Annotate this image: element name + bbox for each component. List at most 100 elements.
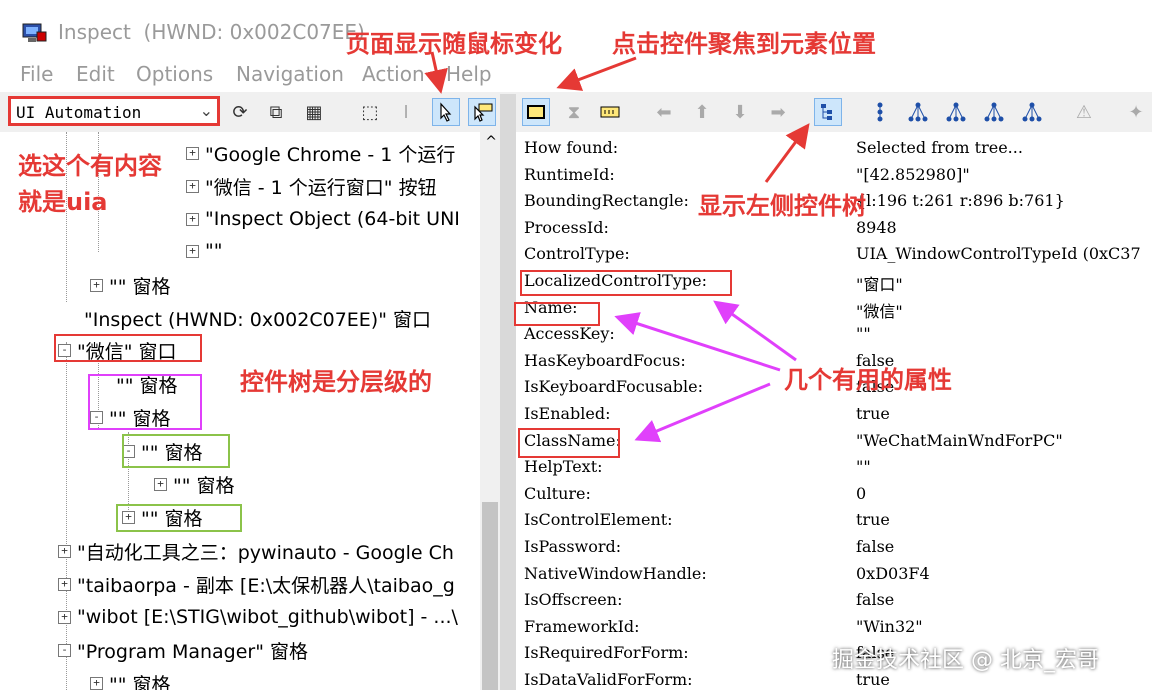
- tree-scrollbar[interactable]: ^: [480, 132, 500, 690]
- property-row[interactable]: Culture: 0: [524, 484, 1152, 510]
- navigate-left-icon[interactable]: ⬅: [650, 98, 678, 126]
- property-key: IsRequiredForForm:: [524, 643, 689, 663]
- navigate-up-icon[interactable]: ⬆: [688, 98, 716, 126]
- tree-item[interactable]: + "": [186, 236, 222, 266]
- tree-expand-icon[interactable]: +: [58, 544, 71, 558]
- tree-item[interactable]: + "Google Chrome - 1 个运行: [186, 138, 455, 168]
- tree-expand-icon[interactable]: +: [58, 577, 71, 591]
- property-value: false: [856, 537, 895, 556]
- property-row[interactable]: ProcessId: 8948: [524, 218, 1152, 244]
- scrollbar-thumb[interactable]: [482, 502, 498, 690]
- tree-item[interactable]: - "Program Manager" 窗格: [58, 635, 308, 665]
- property-row[interactable]: AccessKey: "": [524, 324, 1152, 350]
- menu-file[interactable]: File: [20, 62, 53, 86]
- caret-tracking-icon[interactable]: ⧗: [560, 98, 588, 126]
- more-tools-icon[interactable]: ✦: [1122, 98, 1150, 126]
- highlight-box-localized: [520, 270, 732, 296]
- tree-expand-icon[interactable]: +: [186, 146, 199, 160]
- property-key: ControlType:: [524, 244, 630, 264]
- property-key: AccessKey:: [524, 324, 615, 344]
- tree-item[interactable]: "Inspect (HWND: 0x002C07EE)" 窗口: [70, 303, 431, 333]
- menu-options[interactable]: Options: [136, 62, 213, 86]
- highlight-rect-icon[interactable]: ⬚: [356, 98, 384, 126]
- watch-cursor-icon[interactable]: [432, 98, 460, 126]
- tree-item[interactable]: + "自动化工具之三：pywinauto - Google Ch: [58, 536, 454, 566]
- tree-item-label: "Inspect (HWND: 0x002C07EE)" 窗口: [84, 308, 431, 331]
- navigate-right-icon[interactable]: ➡: [764, 98, 792, 126]
- menu-help[interactable]: Help: [446, 62, 492, 86]
- property-row[interactable]: IsPassword: false: [524, 537, 1152, 563]
- property-value: "[42.852980]": [856, 164, 970, 184]
- annotation-select-uia-1: 选这个有内容: [18, 152, 162, 180]
- tree-disabled-icon[interactable]: ⚠: [1070, 98, 1098, 126]
- window-title: Inspect (HWND: 0x002C07EE): [58, 20, 365, 44]
- chevron-down-icon: ⌄: [199, 101, 213, 120]
- tree-item[interactable]: + "" 窗格: [154, 469, 235, 499]
- focus-tracking-icon[interactable]: [522, 98, 550, 126]
- toolbar: UI Automation ⌄ ⟳ ⧉ ▦ ⬚ I ⧗ ⬅ ⬆ ⬇ ➡ ⚠ ✦: [0, 92, 1152, 132]
- property-key: IsDataValidForForm:: [524, 670, 693, 689]
- tree-expand-icon[interactable]: +: [186, 212, 199, 226]
- property-value: "": [856, 457, 871, 477]
- tree-item[interactable]: + "wibot [E:\STIG\wibot_github\wibot] - …: [58, 602, 458, 632]
- annotation-click-focus: 点击控件聚焦到元素位置: [612, 30, 876, 58]
- tree-item[interactable]: + "taibaorpa - 副本 [E:\太保机器人\taibao_g: [58, 569, 455, 599]
- refresh-icon[interactable]: ⟳: [226, 98, 254, 126]
- menu-edit[interactable]: Edit: [76, 62, 115, 86]
- watermark: 掘金技术社区 @ 北京_宏哥: [832, 648, 1099, 673]
- scroll-up-icon[interactable]: ^: [485, 134, 497, 150]
- property-row[interactable]: IsControlElement: true: [524, 510, 1152, 536]
- tree-item-label: "": [205, 240, 223, 262]
- tree-next-sibling-icon[interactable]: [942, 98, 970, 126]
- property-value: 0xD03F4: [856, 563, 930, 583]
- property-row[interactable]: How found: Selected from tree...: [524, 138, 1152, 164]
- property-row[interactable]: Name: "微信": [524, 298, 1152, 324]
- tree-last-child-icon[interactable]: [1018, 98, 1046, 126]
- watch-tooltip-icon[interactable]: [468, 98, 496, 126]
- property-key: HelpText:: [524, 457, 603, 477]
- menu-navigation[interactable]: Navigation: [236, 62, 344, 86]
- tree-expand-icon[interactable]: +: [154, 477, 167, 491]
- menu-action[interactable]: Action: [362, 62, 425, 86]
- property-row[interactable]: FrameworkId: "Win32": [524, 617, 1152, 643]
- tree-expand-icon[interactable]: +: [186, 244, 199, 258]
- tree-item[interactable]: + "微信 - 1 个运行窗口" 按钮: [186, 171, 437, 201]
- property-row[interactable]: ControlType: UIA_WindowControlTypeId (0xC…: [524, 244, 1152, 270]
- tree-expand-icon[interactable]: -: [58, 643, 71, 657]
- show-highlight-icon[interactable]: [596, 98, 624, 126]
- show-tree-icon[interactable]: [814, 98, 842, 126]
- tree-item[interactable]: + "Inspect Object (64-bit UNI: [186, 204, 460, 234]
- property-key: How found:: [524, 138, 619, 157]
- tree-expand-icon[interactable]: +: [90, 676, 103, 690]
- property-row[interactable]: NativeWindowHandle: 0xD03F4: [524, 564, 1152, 590]
- property-value: true: [856, 510, 890, 530]
- property-row[interactable]: IsEnabled: true: [524, 404, 1152, 430]
- tree-expand-icon[interactable]: +: [186, 179, 199, 193]
- tree-prev-sibling-icon[interactable]: [980, 98, 1008, 126]
- navigate-down-icon[interactable]: ⬇: [726, 98, 754, 126]
- tree-expand-icon[interactable]: +: [90, 278, 103, 292]
- tree-first-child-icon[interactable]: [904, 98, 932, 126]
- tree-parent-icon[interactable]: [866, 98, 894, 126]
- property-value: 0: [856, 483, 867, 503]
- property-key: ProcessId:: [524, 217, 609, 237]
- tree-item[interactable]: + "" 窗格: [90, 668, 171, 690]
- mode-select[interactable]: UI Automation ⌄: [8, 96, 220, 126]
- properties-icon[interactable]: ▦: [300, 98, 328, 126]
- inspect-window: Inspect (HWND: 0x002C07EE) File Edit Opt…: [0, 0, 1152, 690]
- property-value: {l:196 t:261 r:896 b:761}: [856, 191, 1065, 211]
- tree-item-label: "" 窗格: [173, 474, 235, 497]
- property-value: false: [856, 590, 895, 610]
- pane-splitter[interactable]: [500, 94, 516, 690]
- tree-item[interactable]: + "" 窗格: [90, 270, 171, 300]
- property-row[interactable]: IsOffscreen: false: [524, 590, 1152, 616]
- caret-icon[interactable]: I: [392, 98, 420, 126]
- tree-expand-icon[interactable]: +: [58, 610, 71, 624]
- highlight-box-level-3b: [116, 504, 242, 532]
- copy-icon[interactable]: ⧉: [262, 98, 290, 126]
- property-key: IsOffscreen:: [524, 590, 623, 610]
- property-value: "WeChatMainWndForPC": [856, 430, 1063, 450]
- property-key: IsKeyboardFocusable:: [524, 377, 703, 397]
- property-row[interactable]: HelpText: "": [524, 457, 1152, 483]
- tree-item-label: "" 窗格: [109, 275, 171, 298]
